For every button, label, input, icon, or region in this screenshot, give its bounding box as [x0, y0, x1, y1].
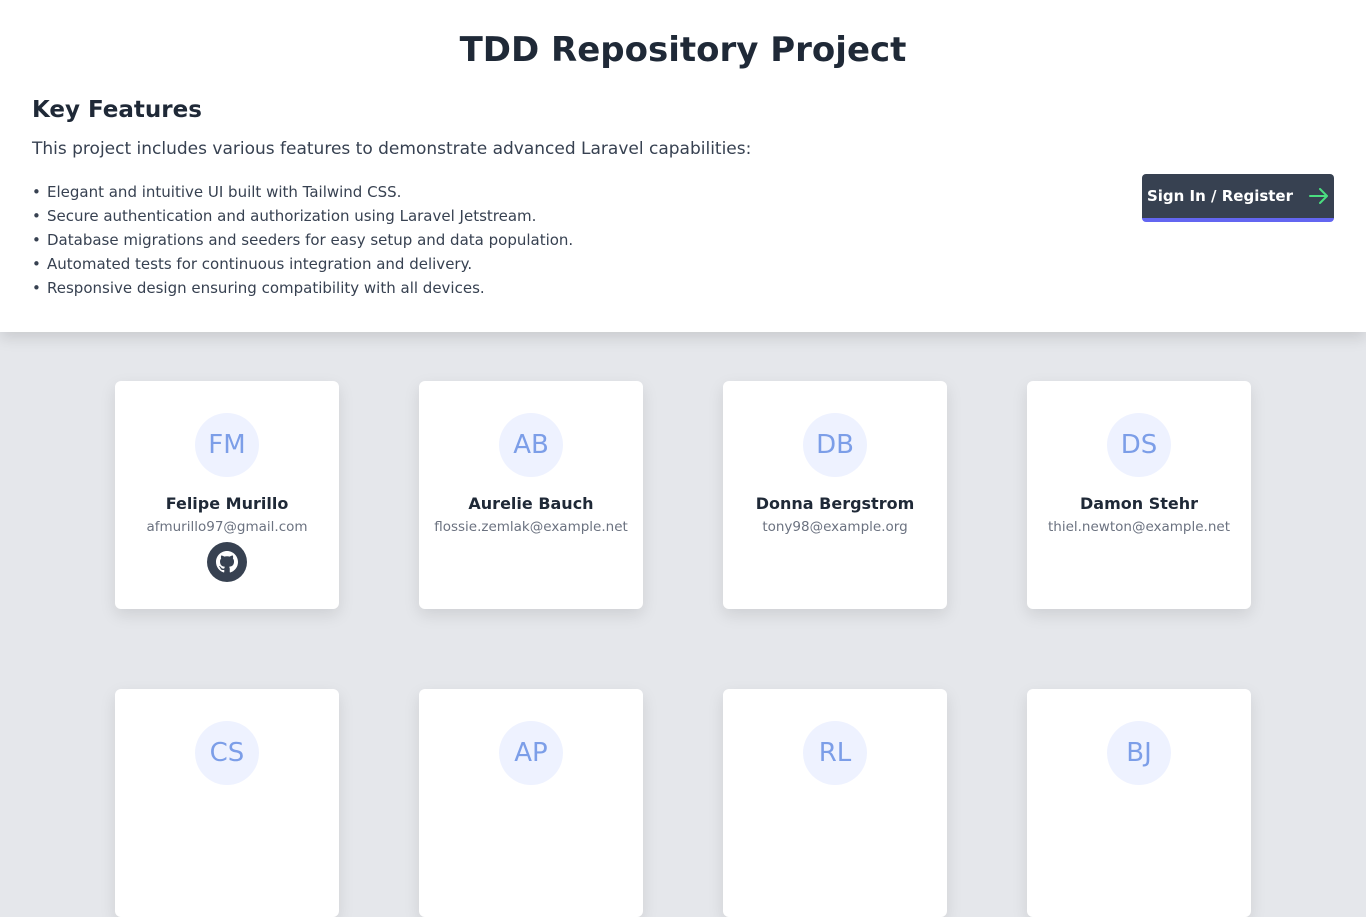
feature-item: • Responsive design ensuring compatibilit… [32, 279, 485, 297]
avatar: CS [195, 721, 259, 785]
user-card: RL [723, 689, 947, 917]
avatar: DS [1107, 413, 1171, 477]
user-name: Aurelie Bauch [468, 494, 594, 513]
user-email: tony98@example.org [762, 519, 908, 535]
user-card: DS Damon Stehr thiel.newton@example.net [1027, 381, 1251, 609]
feature-item: • Elegant and intuitive UI built with Tai… [32, 183, 402, 201]
user-email: afmurillo97@gmail.com [146, 519, 308, 535]
page-title: TDD Repository Project [459, 30, 907, 70]
user-card: AB Aurelie Bauch flossie.zemlak@example.… [419, 381, 643, 609]
user-card: DB Donna Bergstrom tony98@example.org [723, 381, 947, 609]
user-card: FM Felipe Murillo afmurillo97@gmail.com [115, 381, 339, 609]
user-card: BJ [1027, 689, 1251, 917]
arrow-right-icon [1309, 188, 1329, 204]
avatar: BJ [1107, 721, 1171, 785]
user-email: flossie.zemlak@example.net [434, 519, 628, 535]
feature-item: • Automated tests for continuous integrat… [32, 255, 473, 273]
sign-in-register-label: Sign In / Register [1146, 187, 1294, 205]
features-intro: This project includes various features t… [32, 139, 752, 159]
feature-item: • Database migrations and seeders for eas… [32, 231, 574, 249]
avatar: RL [803, 721, 867, 785]
github-icon[interactable] [207, 542, 247, 582]
sign-in-register-button[interactable]: Sign In / Register [1142, 174, 1334, 222]
user-name: Donna Bergstrom [755, 494, 915, 513]
avatar: AP [499, 721, 563, 785]
user-name: Felipe Murillo [165, 494, 289, 513]
avatar: FM [195, 413, 259, 477]
features-title: Key Features [32, 97, 202, 123]
user-card: AP [419, 689, 643, 917]
user-card: CS [115, 689, 339, 917]
user-email: thiel.newton@example.net [1047, 519, 1230, 535]
user-grid: FM Felipe Murillo afmurillo97@gmail.com … [0, 332, 1366, 917]
header: TDD Repository Project Key Features This… [0, 0, 1366, 332]
avatar: AB [499, 413, 563, 477]
feature-item: • Secure authentication and authorization… [32, 207, 537, 225]
feature-list: • Elegant and intuitive UI built with Tai… [32, 181, 573, 301]
user-name: Damon Stehr [1079, 494, 1198, 513]
avatar: DB [803, 413, 867, 477]
